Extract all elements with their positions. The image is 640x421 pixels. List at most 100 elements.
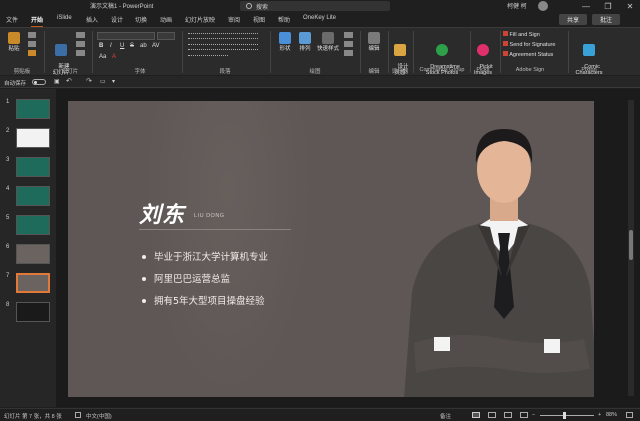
tab-animations[interactable]: 动画 <box>160 15 172 24</box>
slide-thumbnail[interactable] <box>16 186 50 206</box>
arrange-icon <box>299 32 311 44</box>
spacing-button[interactable]: AV <box>152 43 160 49</box>
slide-thumbnail[interactable] <box>16 244 50 264</box>
shape-outline-icon[interactable] <box>344 41 353 47</box>
font-size-combo[interactable] <box>157 32 175 40</box>
list-buttons[interactable] <box>188 33 258 39</box>
group-editing: 编辑 <box>368 69 380 75</box>
tab-help[interactable]: 帮助 <box>278 15 290 24</box>
divider <box>568 31 569 73</box>
avatar[interactable] <box>538 1 548 11</box>
document-title: 演示文稿1 - PowerPoint <box>90 4 154 10</box>
slideshow-view-icon[interactable] <box>520 412 528 418</box>
font-color-button[interactable]: A <box>112 54 116 60</box>
normal-view-icon[interactable] <box>472 412 480 418</box>
slide-thumbnail[interactable] <box>16 215 50 235</box>
shape-button[interactable]: 形状 <box>276 32 294 52</box>
slideshow-icon[interactable]: ▭ <box>100 78 108 86</box>
redo-icon[interactable]: ↷ <box>86 78 94 86</box>
tab-slideshow[interactable]: 幻灯片放映 <box>185 15 215 24</box>
minimize-button[interactable]: — <box>578 0 594 12</box>
accessibility-icon[interactable] <box>75 412 81 418</box>
group-adobe: Adobe Sign <box>515 67 545 73</box>
tab-insert[interactable]: 插入 <box>86 15 98 24</box>
tab-islide[interactable]: iSlide <box>57 15 72 21</box>
zoom-out-icon[interactable]: − <box>532 412 535 418</box>
slide-counter: 幻灯片 第 7 张，共 8 张 <box>4 414 62 420</box>
paste-button[interactable]: 粘贴 <box>4 32 24 52</box>
zoom-slider[interactable] <box>540 415 594 416</box>
search-placeholder: 搜索 <box>256 4 269 11</box>
bullet-text: 毕业于浙江大学计算机专业 <box>154 252 269 263</box>
slide-thumbnail[interactable] <box>16 128 50 148</box>
slide-thumbnail[interactable] <box>16 302 50 322</box>
comments-button[interactable]: 批注 <box>592 14 620 25</box>
slide-thumbnail-selected[interactable] <box>16 273 50 293</box>
quick-styles-button[interactable]: 快速样式 <box>316 32 340 52</box>
slide-thumbnail[interactable] <box>16 157 50 177</box>
divider <box>92 31 93 73</box>
person-photo[interactable] <box>394 107 594 397</box>
shadow-button[interactable]: ab <box>140 43 147 49</box>
editing-button[interactable]: 编辑 <box>364 32 384 52</box>
fit-slide-icon[interactable] <box>626 412 633 418</box>
reading-view-icon[interactable] <box>504 412 512 418</box>
scrollbar-thumb[interactable] <box>629 230 633 260</box>
section-icon[interactable] <box>76 50 85 56</box>
slide[interactable]: 刘东 LIU DONG 毕业于浙江大学计算机专业 阿里巴巴运营总监 拥有5年大型… <box>68 101 594 397</box>
language-indicator[interactable]: 中文(中国) <box>86 412 112 420</box>
share-button[interactable]: 共享 <box>559 14 587 25</box>
agreement-status-button[interactable]: Agreement Status <box>503 51 565 58</box>
close-button[interactable]: ✕ <box>622 0 638 12</box>
zoom-slider-knob[interactable] <box>562 412 566 419</box>
cut-icon[interactable] <box>28 32 36 38</box>
search-box[interactable]: 搜索 <box>240 1 390 11</box>
fill-sign-button[interactable]: Fill and Sign <box>503 31 565 38</box>
reset-icon[interactable] <box>76 41 85 47</box>
layout-icon[interactable] <box>76 32 85 38</box>
format-painter-icon[interactable] <box>28 50 36 56</box>
design-ideas-icon <box>394 44 406 56</box>
zoom-in-icon[interactable]: + <box>598 412 601 418</box>
tab-file[interactable]: 文件 <box>6 15 18 24</box>
autosave-toggle[interactable] <box>32 79 46 85</box>
tab-home[interactable]: 开始 <box>31 15 44 27</box>
tab-onekey[interactable]: OneKey Lite <box>303 15 336 21</box>
undo-icon[interactable]: ↶ <box>66 78 74 86</box>
group-clipboard: 剪贴板 <box>13 69 31 75</box>
slide-thumbnail[interactable] <box>16 99 50 119</box>
save-icon[interactable]: ▣ <box>54 78 62 86</box>
customize-icon[interactable]: ▾ <box>112 78 120 86</box>
underline-button[interactable]: U <box>120 43 124 49</box>
strikethrough-button[interactable]: S <box>130 43 134 49</box>
thumb-number: 5 <box>6 215 10 221</box>
dreamstime-button[interactable]: Dreamstime Stock Photos <box>418 32 466 82</box>
italic-button[interactable]: I <box>110 43 112 49</box>
bold-button[interactable]: B <box>99 43 103 49</box>
arrange-label: 排列 <box>299 46 311 52</box>
user-name[interactable]: 柯健 柯 <box>507 1 527 10</box>
pickit-button[interactable]: Pickit Images <box>472 32 494 82</box>
align-buttons[interactable] <box>188 44 258 50</box>
shape-effects-icon[interactable] <box>344 50 353 56</box>
send-signature-button[interactable]: Send for Signature <box>503 41 565 48</box>
change-case-button[interactable]: Aa <box>99 54 106 60</box>
shape-fill-icon[interactable] <box>344 32 353 38</box>
comic-characters-button[interactable]: Comic Characters <box>572 32 606 82</box>
zoom-level[interactable]: 88% <box>606 412 617 418</box>
text-direction-buttons[interactable] <box>188 55 228 60</box>
tab-design[interactable]: 设计 <box>111 15 123 24</box>
shape-icon <box>279 32 291 44</box>
tab-view[interactable]: 视图 <box>253 15 265 24</box>
vertical-scrollbar[interactable] <box>628 100 634 396</box>
tab-review[interactable]: 审阅 <box>228 15 240 24</box>
divider <box>360 31 361 73</box>
slide-sorter-icon[interactable] <box>488 412 496 418</box>
font-name-combo[interactable] <box>97 32 155 40</box>
copy-icon[interactable] <box>28 41 36 47</box>
arrange-button[interactable]: 排列 <box>296 32 314 52</box>
notes-button[interactable]: 备注 <box>440 412 451 420</box>
ribbon: 粘贴 剪贴板 新建 幻灯片 幻灯片 B I U S ab AV Aa A 字体 … <box>0 27 640 76</box>
tab-transitions[interactable]: 切换 <box>135 15 147 24</box>
restore-button[interactable]: ❐ <box>600 0 616 12</box>
